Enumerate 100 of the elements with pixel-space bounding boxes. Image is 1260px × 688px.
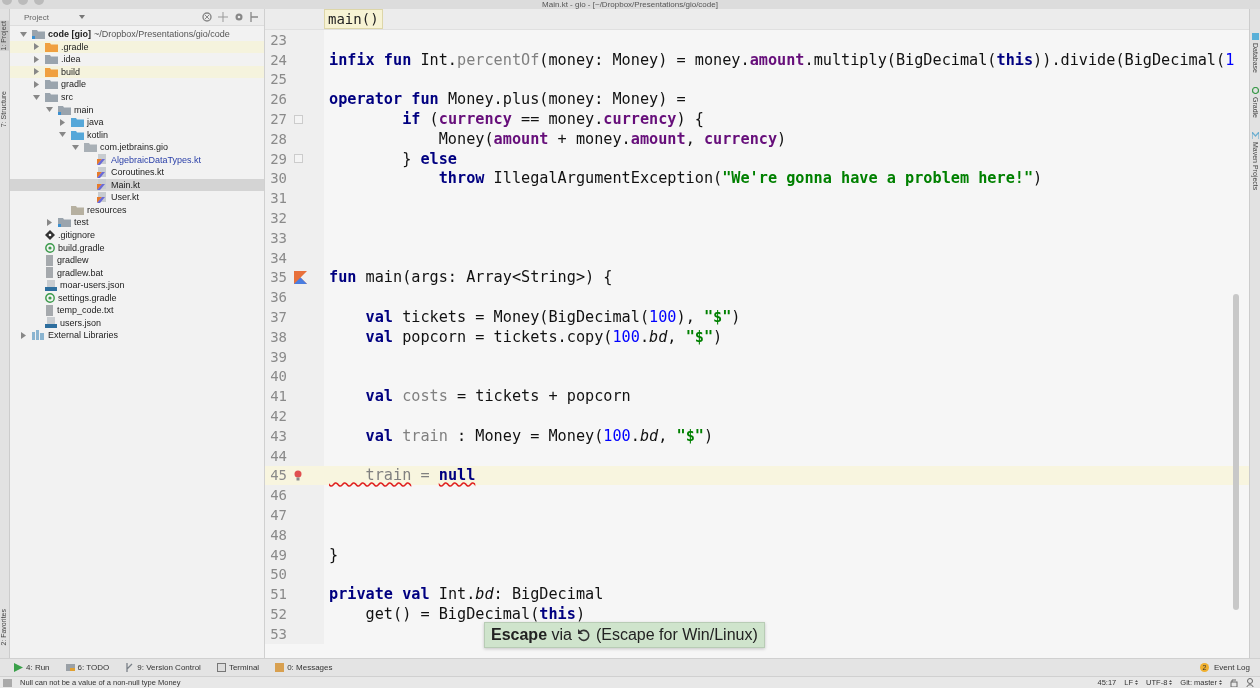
tool-window-button[interactable]: 9: Version Control bbox=[125, 663, 201, 672]
tree-item[interactable]: code [gio] ~/Dropbox/Presentations/gio/code bbox=[10, 28, 264, 41]
tree-item[interactable]: gradle bbox=[10, 78, 264, 91]
tree-item[interactable]: .gradle bbox=[10, 40, 264, 54]
tree-item[interactable]: gradlew bbox=[10, 253, 264, 267]
collapse-icon[interactable] bbox=[202, 12, 212, 22]
tree-item[interactable]: users.json bbox=[10, 316, 264, 330]
expand-arrow-icon[interactable] bbox=[46, 106, 53, 114]
expand-arrow-icon[interactable] bbox=[33, 93, 40, 101]
line-number: 35 bbox=[269, 268, 287, 288]
tree-item[interactable]: External Libraries bbox=[10, 329, 264, 342]
tree-item-label: Coroutines.kt bbox=[111, 167, 165, 178]
line-number: 36 bbox=[269, 288, 287, 308]
tool-window-button[interactable]: Terminal bbox=[216, 663, 260, 672]
code-line: } bbox=[328, 545, 339, 564]
branch-icon bbox=[125, 663, 135, 672]
code-line: throw IllegalArgumentException("We're gonna have a problem here!") bbox=[437, 169, 1043, 188]
line-number: 39 bbox=[269, 347, 287, 367]
crosshair-icon[interactable] bbox=[218, 12, 228, 22]
line-number: 46 bbox=[269, 486, 287, 506]
folder-icon bbox=[58, 217, 71, 228]
line-number: 45 bbox=[269, 466, 287, 486]
folder-icon bbox=[71, 204, 84, 215]
expand-arrow-icon[interactable] bbox=[33, 43, 40, 51]
hide-icon[interactable] bbox=[250, 12, 258, 22]
tree-item[interactable]: Coroutines.kt bbox=[10, 166, 264, 179]
expand-arrow-icon[interactable] bbox=[59, 131, 66, 139]
inspector-icon[interactable] bbox=[1246, 678, 1254, 687]
expand-arrow-icon[interactable] bbox=[20, 331, 27, 339]
tree-item[interactable]: .idea bbox=[10, 53, 264, 66]
dropdown-caret-icon[interactable] bbox=[78, 15, 85, 19]
expand-arrow-icon[interactable] bbox=[33, 68, 40, 76]
line-number: 27 bbox=[269, 110, 287, 129]
tree-item[interactable]: main bbox=[10, 103, 264, 116]
tooltip-text: (Escape for Win/Linux) bbox=[595, 626, 758, 644]
breadcrumb[interactable]: main() bbox=[324, 9, 383, 29]
line-number: 25 bbox=[269, 70, 287, 90]
tree-item[interactable]: AlgebraicDataTypes.kt bbox=[10, 153, 264, 166]
tree-item-label: .idea bbox=[61, 54, 81, 65]
tree-item[interactable]: resources bbox=[10, 203, 264, 217]
tree-item[interactable]: settings.gradle bbox=[10, 291, 264, 305]
tree-item[interactable]: test bbox=[10, 216, 264, 229]
tree-item-label: External Libraries bbox=[48, 330, 119, 341]
diamond-icon bbox=[45, 230, 55, 240]
scrollbar[interactable] bbox=[1233, 294, 1239, 610]
tree-item-label: resources bbox=[87, 204, 127, 215]
folder-icon bbox=[45, 92, 58, 102]
tool-window-button[interactable]: 4: Run bbox=[14, 663, 50, 672]
code-line: operator fun Money.plus(money: Money) = bbox=[328, 90, 686, 109]
tree-item[interactable]: build bbox=[10, 65, 264, 79]
lightbulb-icon[interactable] bbox=[294, 469, 302, 481]
tree-item[interactable]: gradlew.bat bbox=[10, 266, 264, 279]
tree-item[interactable]: User.kt bbox=[10, 191, 264, 204]
line-number: 24 bbox=[269, 50, 287, 70]
tree-item-label: java bbox=[87, 117, 104, 128]
tree-item-path: ~/Dropbox/Presentations/gio/code bbox=[94, 29, 230, 40]
line-number: 53 bbox=[269, 624, 287, 644]
line-number: 44 bbox=[269, 446, 287, 466]
line-number: 33 bbox=[269, 228, 287, 248]
expand-arrow-icon[interactable] bbox=[46, 218, 53, 226]
tree-item-label: main bbox=[74, 104, 94, 115]
terminal-icon bbox=[216, 663, 226, 672]
tree-item[interactable]: moar-users.json bbox=[10, 278, 264, 292]
tree-item[interactable]: src bbox=[10, 90, 264, 104]
tree-item-label: kotlin bbox=[87, 129, 108, 140]
expand-arrow-icon[interactable] bbox=[72, 143, 79, 151]
tree-item-label: src bbox=[61, 92, 73, 102]
line-number: 26 bbox=[269, 90, 287, 110]
tree-item[interactable]: build.gradle bbox=[10, 241, 264, 254]
tree-item[interactable]: .gitignore bbox=[10, 228, 264, 242]
panel-toggle-icon[interactable] bbox=[3, 678, 12, 687]
panel-title-dropdown[interactable]: Project bbox=[24, 12, 85, 22]
code-line: val train : Money = Money(100.bd, "$") bbox=[364, 426, 714, 445]
expand-arrow-icon[interactable] bbox=[20, 30, 27, 38]
tree-item-label: com.jetbrains.gio bbox=[100, 142, 169, 153]
line-number: 28 bbox=[269, 129, 287, 149]
line-number: 49 bbox=[269, 545, 287, 565]
folder-icon bbox=[32, 29, 45, 40]
run-icon[interactable] bbox=[294, 270, 307, 284]
lock-icon[interactable] bbox=[1230, 678, 1238, 687]
tree-item[interactable]: Main.kt bbox=[10, 178, 264, 192]
tool-window-button[interactable]: 6: TODO bbox=[65, 663, 110, 672]
tree-item[interactable]: temp_code.txt bbox=[10, 304, 264, 317]
tool-window-button[interactable]: 0: Messages bbox=[275, 663, 333, 672]
tree-item[interactable]: java bbox=[10, 115, 264, 129]
tree-item-label: moar-users.json bbox=[60, 280, 125, 291]
expand-arrow-icon[interactable] bbox=[33, 55, 40, 63]
expand-arrow-icon[interactable] bbox=[33, 80, 40, 88]
expand-arrow-icon[interactable] bbox=[59, 118, 66, 126]
tree-item-label: build bbox=[61, 66, 80, 77]
line-number: 42 bbox=[269, 407, 287, 426]
code-line: val costs = tickets + popcorn bbox=[364, 387, 631, 406]
tree-item[interactable]: com.jetbrains.gio bbox=[10, 140, 264, 154]
line-number: 34 bbox=[269, 248, 287, 268]
settings-icon[interactable] bbox=[234, 12, 244, 22]
line-number: 40 bbox=[269, 367, 287, 387]
code-line: val tickets = Money(BigDecimal(100), "$") bbox=[364, 308, 741, 327]
tree-item[interactable]: kotlin bbox=[10, 128, 264, 141]
code-line: fun main(args: Array<String>) { bbox=[328, 268, 613, 287]
code-line: train = null bbox=[364, 466, 476, 485]
